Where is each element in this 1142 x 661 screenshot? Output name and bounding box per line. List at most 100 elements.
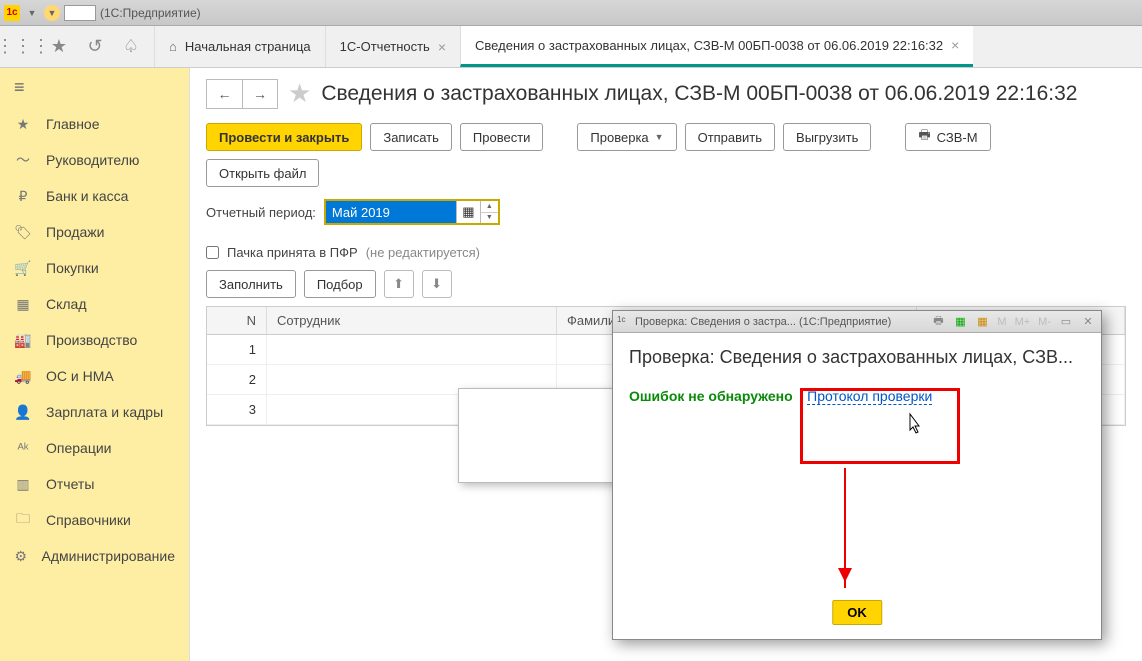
gear-icon: ⚙ (14, 548, 28, 565)
sidebar-label: Руководителю (46, 152, 139, 168)
factory-icon: 🏭 (14, 332, 32, 349)
printer-icon: 🖶 (918, 126, 930, 148)
accepted-checkbox[interactable] (206, 246, 219, 259)
period-input-group: ▦ ▲▼ (324, 199, 500, 225)
favorite-star-icon[interactable]: ★ (288, 78, 311, 109)
ok-button[interactable]: OK (832, 600, 882, 625)
modal-title: Проверка: Сведения о застрахованных лица… (613, 333, 1101, 378)
no-errors-text: Ошибок не обнаружено (629, 388, 793, 404)
calc-icon[interactable]: ▦ (951, 314, 969, 330)
pick-button[interactable]: Подбор (304, 270, 376, 298)
calendar-icon[interactable]: ▦ (973, 314, 991, 330)
send-button[interactable]: Отправить (685, 123, 775, 151)
th-employee[interactable]: Сотрудник (267, 307, 557, 334)
tab-home[interactable]: ⌂ Начальная страница (154, 26, 325, 67)
chevron-down-icon: ▼ (655, 132, 664, 142)
sidebar-item-os[interactable]: 🚚 ОС и НМА (0, 358, 189, 394)
back-button[interactable]: ← (206, 79, 242, 109)
write-button[interactable]: Записать (370, 123, 452, 151)
bars-icon: ▥ (14, 476, 32, 493)
star-icon: ★ (14, 116, 32, 133)
annotation-highlight (800, 388, 960, 464)
boxes-icon: ▦ (14, 296, 32, 313)
ops-icon: ᴬᵏ (14, 440, 32, 456)
sidebar-item-admin[interactable]: ⚙ Администрирование (0, 538, 189, 574)
mem-mminus[interactable]: M- (1036, 316, 1053, 328)
app-logo-icon: 1c (4, 5, 20, 21)
folder-icon: 🗀 (14, 508, 32, 532)
tab-report-label: 1С-Отчетность (340, 39, 430, 54)
sidebar-item-sales[interactable]: 🏷 Продажи (0, 214, 189, 250)
titlebar-yellow-icon[interactable]: ▼ (44, 5, 60, 21)
tab-bar: ⌂ Начальная страница 1С-Отчетность × Све… (154, 26, 1142, 67)
open-file-button[interactable]: Открыть файл (206, 159, 319, 187)
favorite-icon[interactable]: ★ (42, 30, 76, 64)
person-icon: 👤 (14, 404, 32, 421)
cell-emp (267, 335, 557, 364)
tab-active[interactable]: Сведения о застрахованных лицах, СЗВ-М 0… (460, 26, 973, 67)
modal-wintitle: Проверка: Сведения о застра... (1С:Предп… (635, 316, 925, 328)
th-n[interactable]: N (207, 307, 267, 334)
bell-icon[interactable]: ♤ (114, 30, 148, 64)
post-button[interactable]: Провести (460, 123, 544, 151)
sidebar-label: Администрирование (42, 548, 176, 564)
szvm-button[interactable]: 🖶СЗВ-М (905, 123, 990, 151)
sidebar-item-ops[interactable]: ᴬᵏ Операции (0, 430, 189, 466)
sidebar-item-prod[interactable]: 🏭 Производство (0, 322, 189, 358)
accepted-hint: (не редактируется) (366, 245, 480, 260)
sidebar-label: Банк и касса (46, 188, 128, 204)
sidebar-label: Производство (46, 332, 137, 348)
sidebar-item-ref[interactable]: 🗀 Справочники (0, 502, 189, 538)
nav-back-forward: ← → (206, 79, 278, 109)
chart-icon: 〜 (14, 150, 32, 170)
app-logo-icon: 1c (617, 315, 631, 329)
sidebar-item-bank[interactable]: ₽ Банк и касса (0, 178, 189, 214)
move-down-button[interactable]: ⬇ (422, 270, 452, 298)
modal-titlebar: 1c Проверка: Сведения о застра... (1С:Пр… (613, 311, 1101, 333)
tab-report[interactable]: 1С-Отчетность × (325, 26, 460, 67)
tag-icon: 🏷 (14, 224, 32, 241)
mem-m[interactable]: M (995, 316, 1008, 328)
apps-icon[interactable]: ⋮⋮⋮ (6, 30, 40, 64)
post-close-button[interactable]: Провести и закрыть (206, 123, 362, 151)
fill-button[interactable]: Заполнить (206, 270, 296, 298)
period-spinner[interactable]: ▲▼ (480, 201, 498, 223)
history-icon[interactable]: ↺ (78, 30, 112, 64)
export-button[interactable]: Выгрузить (783, 123, 871, 151)
sidebar-label: Операции (46, 440, 112, 456)
period-label: Отчетный период: (206, 205, 316, 220)
move-up-button[interactable]: ⬆ (384, 270, 414, 298)
sidebar-label: Продажи (46, 224, 104, 240)
check-result-modal: 1c Проверка: Сведения о застра... (1С:Пр… (612, 310, 1102, 640)
cart-icon: 🛒 (14, 260, 32, 277)
truck-icon: 🚚 (14, 368, 32, 385)
close-icon[interactable]: × (438, 39, 446, 55)
ruble-icon: ₽ (14, 188, 32, 205)
home-icon: ⌂ (169, 39, 177, 54)
hamburger-icon[interactable]: ≡ (0, 68, 189, 106)
sidebar-item-hr[interactable]: 👤Зарплата и кадры (0, 394, 189, 430)
print-icon[interactable]: 🖶 (929, 314, 947, 330)
close-icon[interactable]: × (951, 37, 959, 53)
sidebar: ≡ ★ Главное 〜 Руководителю ₽ Банк и касса 🏷… (0, 68, 190, 661)
check-button[interactable]: Проверка▼ (577, 123, 676, 151)
forward-button[interactable]: → (242, 79, 278, 109)
sidebar-item-main[interactable]: ★ Главное (0, 106, 189, 142)
sidebar-label: Справочники (46, 512, 131, 528)
mem-mplus[interactable]: M+ (1013, 316, 1033, 328)
tab-home-label: Начальная страница (185, 39, 311, 54)
minimize-icon[interactable]: ▭ (1057, 314, 1075, 330)
sidebar-item-lead[interactable]: 〜 Руководителю (0, 142, 189, 178)
table-toolbar: Заполнить Подбор ⬆ ⬇ (206, 270, 1126, 298)
sidebar-label: ОС и НМА (46, 368, 114, 384)
sidebar-item-stock[interactable]: ▦Склад (0, 286, 189, 322)
calendar-icon[interactable]: ▦ (456, 201, 480, 223)
titlebar-suffix: (1С:Предприятие) (100, 6, 201, 20)
sidebar-item-buy[interactable]: 🛒Покупки (0, 250, 189, 286)
sidebar-item-reports[interactable]: ▥Отчеты (0, 466, 189, 502)
sidebar-label: Главное (46, 116, 100, 132)
period-input[interactable] (326, 201, 456, 223)
action-toolbar: Провести и закрыть Записать Провести Про… (206, 123, 1126, 187)
titlebar-dropdown-icon[interactable]: ▼ (24, 5, 40, 21)
close-icon[interactable]: ✕ (1079, 314, 1097, 330)
